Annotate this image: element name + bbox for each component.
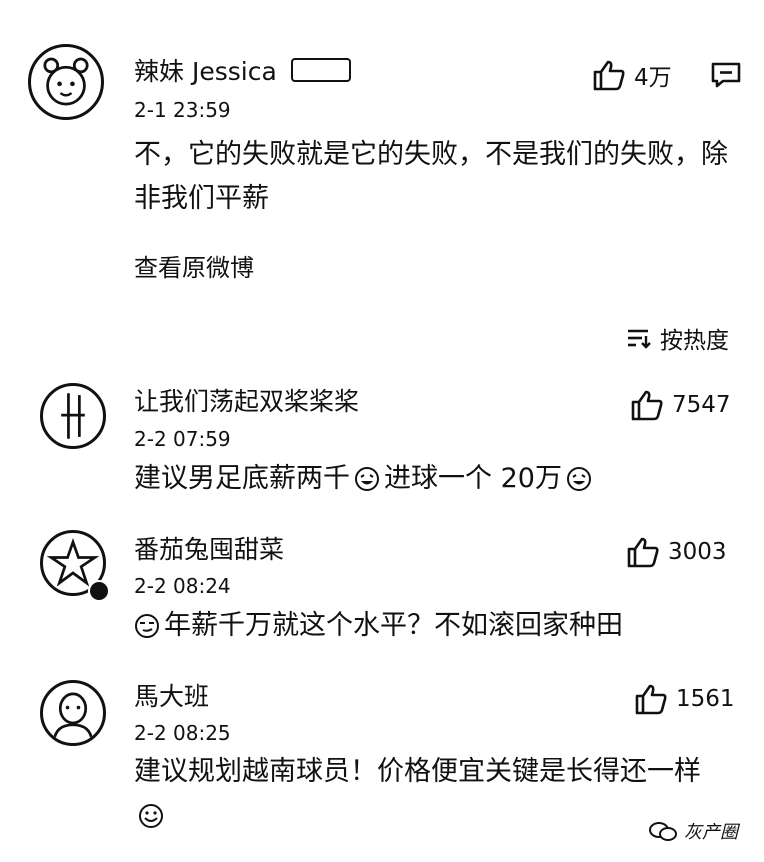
sort-label: 按热度	[660, 328, 729, 354]
sort-by-hot-button[interactable]: 按热度	[626, 321, 729, 355]
smirk-emoji-icon	[134, 609, 160, 638]
like-count: 4万	[634, 65, 672, 91]
like-button[interactable]: 3003	[626, 536, 727, 568]
watermark-text: 灰产圈	[684, 822, 738, 843]
comment-text: 建议规划越南球员！价格便宜关键是长得还一样	[134, 750, 734, 838]
verified-badge-icon	[88, 580, 110, 602]
thumbs-up-icon	[635, 684, 667, 715]
comment-time: 2-1 23:59	[134, 98, 231, 122]
wechat-icon	[649, 822, 677, 841]
avatar-image	[43, 57, 89, 106]
like-count: 3003	[668, 539, 727, 565]
comment-username[interactable]: 让我们荡起双桨桨桨	[134, 387, 359, 417]
avatar[interactable]	[28, 44, 104, 120]
avatar-image	[61, 393, 85, 439]
reply-button[interactable]	[711, 62, 741, 88]
comment-text: 建议男足底薪两千 进球一个 20万	[134, 457, 596, 501]
grin-emoji-icon	[138, 799, 164, 828]
thumbs-up-icon	[627, 537, 659, 568]
like-button[interactable]: 4万	[592, 58, 672, 92]
comment-time: 2-2 07:59	[134, 427, 231, 451]
like-count: 7547	[672, 392, 731, 418]
laughing-emoji-icon	[566, 462, 592, 491]
comment-time: 2-2 08:24	[134, 574, 231, 598]
watermark: 灰产圈	[648, 818, 738, 844]
like-count: 1561	[676, 686, 735, 712]
sort-icon	[628, 329, 651, 349]
comment-text: 不，它的失败就是它的失败，不是我们的失败，除非我们平薪	[134, 139, 728, 214]
badge-icon	[290, 58, 351, 82]
avatar[interactable]	[40, 383, 106, 449]
avatar[interactable]	[40, 680, 106, 746]
thumbs-up-icon	[593, 60, 625, 91]
like-button[interactable]: 7547	[630, 389, 731, 421]
comment-username[interactable]: 馬大班	[134, 682, 209, 712]
laughing-emoji-icon	[354, 462, 380, 491]
comment-username[interactable]: 番茄兔囤甜菜	[134, 535, 284, 565]
comment-time: 2-2 08:25	[134, 721, 231, 745]
comment-icon	[711, 62, 741, 88]
thumbs-up-icon	[631, 390, 663, 421]
avatar-image	[52, 692, 94, 742]
comment-username[interactable]: 辣妹 Jessica	[134, 57, 351, 87]
view-original-link[interactable]: 查看原微博	[134, 248, 254, 283]
like-button[interactable]: 1561	[634, 683, 735, 715]
comment-text: 年薪千万就这个水平？不如滚回家种田	[134, 604, 623, 648]
